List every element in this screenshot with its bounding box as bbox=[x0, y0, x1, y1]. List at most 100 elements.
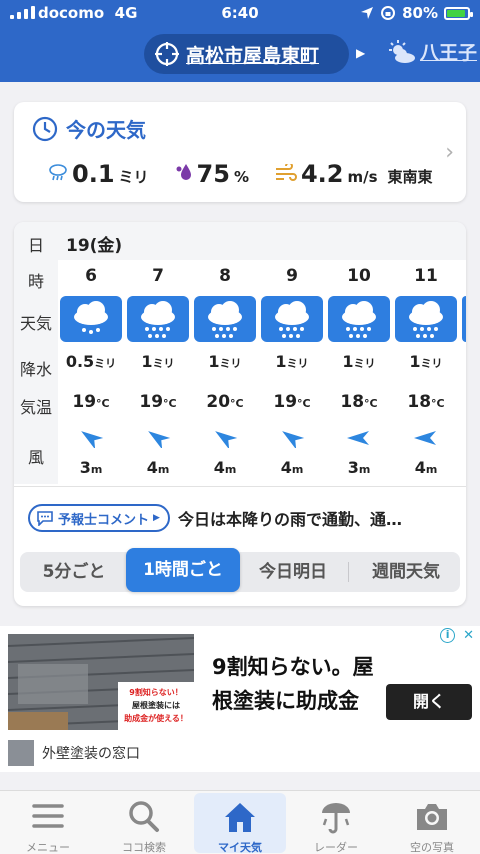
heavy-rain-icon bbox=[328, 296, 390, 342]
label-temp: 気温 bbox=[19, 398, 52, 417]
precip-unit: ミリ bbox=[286, 357, 309, 370]
precip-value: 1 bbox=[409, 352, 421, 371]
tab-weekly[interactable]: 週間天気 bbox=[352, 552, 460, 592]
camera-icon bbox=[417, 804, 447, 830]
northwest-arrow-icon bbox=[259, 428, 325, 450]
hour-label: 9 bbox=[286, 266, 298, 286]
advertisement[interactable]: 9割知らない！ 屋根塗装には 助成金が使える！ 9割知らない。屋根塗装に助成金 … bbox=[0, 626, 480, 772]
wind-speed-unit: m bbox=[291, 463, 304, 476]
nav-my-weather-label: マイ天気 bbox=[218, 841, 262, 854]
next-location-tab[interactable]: 八王子 bbox=[386, 38, 477, 65]
rotation-lock-icon bbox=[381, 6, 396, 20]
hour-column[interactable]: 8 1ミリ 20°C 4m bbox=[192, 260, 258, 484]
current-wind-direction: 東南東 bbox=[387, 168, 433, 186]
temp-value: 18 bbox=[407, 392, 432, 412]
current-humidity-unit: % bbox=[233, 168, 249, 186]
advertiser-name[interactable]: 外壁塗装の窓口 bbox=[42, 743, 140, 763]
rain-cloud-icon bbox=[49, 164, 67, 181]
nav-radar-label: レーダー bbox=[314, 841, 358, 854]
forecaster-comment-text[interactable]: 今日は本降りの雨で通勤、通… bbox=[178, 506, 402, 530]
app-header: docomo 4G 6:40 80% 高松市屋島東町 ▶ 八王子 bbox=[0, 0, 480, 82]
hourly-columns[interactable]: 6 0.5ミリ 19°C 3m 7 1ミリ 19°C 4m 8 1ミリ 20°C 4m 9 1ミリ 19°C… bbox=[58, 260, 466, 484]
hour-label: 7 bbox=[152, 266, 164, 286]
tab-hourly[interactable]: 1時間ごと bbox=[126, 548, 240, 592]
humidity-drop-icon bbox=[176, 164, 191, 180]
hour-column[interactable]: 11 1ミリ 18°C 4m bbox=[393, 260, 459, 484]
nav-sky-photos[interactable]: 空の写真 bbox=[386, 793, 478, 854]
forecaster-comment-button[interactable]: 予報士コメント ▶ bbox=[28, 504, 170, 532]
nav-search[interactable]: ココ検索 bbox=[98, 793, 190, 854]
next-location-arrow-icon[interactable]: ▶ bbox=[356, 46, 365, 60]
hour-label: 10 bbox=[347, 266, 371, 286]
menu-icon bbox=[32, 804, 64, 828]
current-weather-card[interactable]: 今の天気 0.1 ミリ 75 % 4.2 m/s 東南東 › bbox=[14, 102, 466, 202]
hour-column[interactable]: 7 1ミリ 19°C 4m bbox=[125, 260, 191, 484]
wind-speed-value: 4 bbox=[146, 458, 158, 477]
radar-icon bbox=[322, 803, 350, 834]
nav-search-label: ココ検索 bbox=[122, 841, 166, 854]
rain-icon bbox=[60, 296, 122, 342]
temp-cell: 19°C bbox=[259, 392, 325, 412]
temp-value: 19 bbox=[72, 392, 97, 412]
precip-unit: ミリ bbox=[420, 357, 443, 370]
ad-close-icon[interactable]: ✕ bbox=[463, 628, 474, 643]
temp-cell: 18°C bbox=[393, 392, 459, 412]
nav-sky-photos-label: 空の写真 bbox=[410, 841, 454, 854]
ad-image-text-1: 9割知らない！ bbox=[129, 688, 183, 697]
wind-speed-cell: 4m bbox=[259, 458, 325, 477]
temp-cell: 19°C bbox=[58, 392, 124, 412]
hour-column[interactable]: 9 1ミリ 19°C 4m bbox=[259, 260, 325, 484]
precip-value: 0.5 bbox=[65, 352, 95, 371]
current-precip-value: 0.1 bbox=[72, 160, 115, 188]
wind-speed-cell: 3m bbox=[326, 458, 392, 477]
ad-open-button[interactable]: 開く bbox=[386, 684, 472, 720]
temp-unit: °C bbox=[297, 397, 311, 410]
hour-label: 8 bbox=[219, 266, 231, 286]
hour-column[interactable]: 10 1ミリ 18°C 3m bbox=[326, 260, 392, 484]
ad-info-icon[interactable]: i bbox=[440, 628, 456, 643]
ad-image-text-3: 助成金が使える！ bbox=[124, 714, 188, 723]
hour-column[interactable]: 6 0.5ミリ 19°C 3m bbox=[58, 260, 124, 484]
precip-value: 1 bbox=[141, 352, 153, 371]
forecast-range-tabs: 5分ごと 1時間ごと 今日明日 週間天気 bbox=[20, 548, 460, 592]
label-weather: 天気 bbox=[19, 314, 52, 333]
hourly-forecast-card: 日 時 天気 降水 気温 風 19(金) 6 0.5ミリ 19°C 3m 7 1ミリ 19°… bbox=[14, 222, 466, 606]
wind-speed-unit: m bbox=[90, 463, 103, 476]
tab-5min[interactable]: 5分ごと bbox=[20, 552, 128, 592]
temp-unit: °C bbox=[364, 397, 378, 410]
current-wind-unit: m/s bbox=[347, 168, 378, 186]
precip-cell: 1ミリ bbox=[393, 352, 459, 371]
current-humidity-value: 75 bbox=[196, 160, 230, 188]
date-label: 19(金) bbox=[66, 236, 123, 256]
west-arrow-icon bbox=[326, 428, 392, 448]
ad-image[interactable]: 9割知らない！ 屋根塗装には 助成金が使える！ bbox=[8, 634, 194, 730]
bottom-navigation: メニュー ココ検索 マイ天気 レーダー 空の写真 bbox=[0, 790, 480, 854]
temp-value: 19 bbox=[273, 392, 298, 412]
wind-speed-unit: m bbox=[425, 463, 438, 476]
precip-cell: 0.5ミリ bbox=[58, 352, 124, 371]
wind-speed-unit: m bbox=[157, 463, 170, 476]
wind-speed-value: 3 bbox=[79, 458, 91, 477]
current-precip-unit: ミリ bbox=[118, 168, 149, 186]
nav-my-weather[interactable]: マイ天気 bbox=[194, 793, 286, 854]
precip-cell: 1ミリ bbox=[326, 352, 392, 371]
temp-value: 18 bbox=[340, 392, 365, 412]
precip-value: 1 bbox=[275, 352, 287, 371]
wind-speed-value: 4 bbox=[280, 458, 292, 477]
nav-menu[interactable]: メニュー bbox=[2, 793, 94, 854]
wind-speed-cell: 4m bbox=[393, 458, 459, 477]
heavy-rain-icon bbox=[194, 296, 256, 342]
nav-radar[interactable]: レーダー bbox=[290, 793, 382, 854]
heavy-rain-icon bbox=[462, 296, 466, 342]
current-location-selector[interactable]: 高松市屋島東町 bbox=[144, 34, 349, 74]
wind-speed-cell: 4m bbox=[192, 458, 258, 477]
ad-headline[interactable]: 9割知らない。屋根塗装に助成金 bbox=[212, 650, 382, 718]
date-header: 19(金) bbox=[58, 222, 466, 260]
clock-icon bbox=[32, 116, 58, 141]
home-icon bbox=[225, 803, 255, 832]
precip-value: 1 bbox=[342, 352, 354, 371]
tab-today-tomorrow[interactable]: 今日明日 bbox=[244, 552, 342, 592]
hour-label: 6 bbox=[85, 266, 97, 286]
west-arrow-icon bbox=[393, 428, 459, 448]
speech-bubble-icon bbox=[37, 511, 53, 526]
